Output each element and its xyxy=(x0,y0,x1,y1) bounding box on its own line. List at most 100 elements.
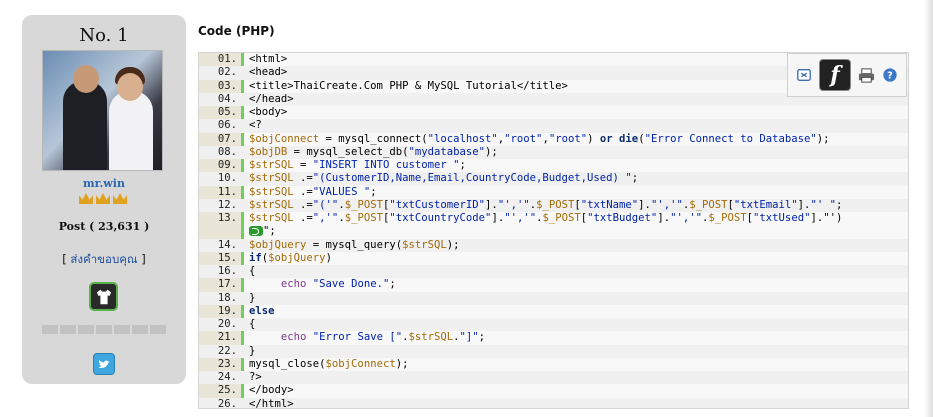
line-number: 01. xyxy=(217,53,237,65)
code-line: 17. echo "Save Done."; xyxy=(199,278,908,291)
crown-icon xyxy=(79,193,93,204)
code-text: </body> xyxy=(249,384,294,397)
svg-text:?: ? xyxy=(887,71,893,82)
code-text: $strSQL .="('".$_POST["txtCustomerID"]."… xyxy=(249,198,843,211)
flash-icon[interactable]: f xyxy=(819,59,851,91)
code-toolbar: f ? xyxy=(787,53,907,97)
line-number: 26. xyxy=(217,397,237,409)
line-number: 24. xyxy=(217,371,237,383)
code-line: 19. else xyxy=(199,304,908,318)
code-text: $strSQL .="VALUES "; xyxy=(249,185,377,198)
line-number: 12. xyxy=(217,198,237,211)
view-source-icon[interactable] xyxy=(795,66,813,84)
code-text: mysql_close($objConnect); xyxy=(249,357,409,370)
code-text: echo "Save Done."; xyxy=(280,278,396,291)
code-line: 20. { xyxy=(199,318,908,332)
line-number: 13. xyxy=(217,212,237,224)
code-title: Code (PHP) xyxy=(198,24,275,38)
line-number: 15. xyxy=(217,251,237,264)
code-text: } xyxy=(249,291,256,304)
avatar[interactable] xyxy=(42,50,163,171)
code-text: </html> xyxy=(249,397,294,409)
code-line: 18.} xyxy=(199,291,908,305)
page-edge xyxy=(924,0,933,417)
code-text: { xyxy=(249,318,256,330)
profile-card: No. 1 mr.win Post ( 23,631 ) [ ส่งคำขอบค… xyxy=(22,15,186,384)
code-line: 08. $objDB = mysql_select_db("mydatabase"… xyxy=(199,145,908,159)
code-text: $objQuery = mysql_query($strSQL); xyxy=(249,238,460,251)
twitter-icon[interactable] xyxy=(93,353,115,375)
code-text: $strSQL .="(CustomerID,Name,Email,Countr… xyxy=(249,172,639,185)
line-number: 23. xyxy=(217,357,237,370)
code-line: 05. <body> xyxy=(199,106,908,119)
line-number: 25. xyxy=(217,384,237,397)
code-line: 14. $objQuery = mysql_query($strSQL); xyxy=(199,238,908,252)
rank-label: No. 1 xyxy=(79,25,129,46)
print-icon[interactable] xyxy=(857,66,875,84)
line-number: 05. xyxy=(217,106,237,118)
code-line: 12. $strSQL .="('".$_POST["txtCustomerID"… xyxy=(199,198,908,212)
code-line: 23. mysql_close($objConnect); xyxy=(199,357,908,371)
code-text: } xyxy=(249,344,256,357)
code-text: ?> xyxy=(249,371,262,383)
crown-icon xyxy=(96,193,110,204)
code-line: 26. </html> xyxy=(199,397,908,409)
progress-bar xyxy=(42,325,166,334)
code-line: 24. ?> xyxy=(199,371,908,385)
code-text: </head> xyxy=(249,92,294,105)
code-text: { xyxy=(249,265,256,277)
line-number: 21. xyxy=(217,331,237,344)
code-box[interactable]: 01. <html> 02. <head> 03. <title>ThaiCreate.C… xyxy=(198,52,909,409)
line-number: 03. xyxy=(217,79,237,92)
code-text: $strSQL .=",'".$_POST["txtCountryCode"].… xyxy=(249,212,843,224)
code-text: if($objQuery) xyxy=(249,251,332,264)
code-line: 11. $strSQL .="VALUES "; xyxy=(199,185,908,199)
line-number: 07. xyxy=(217,132,237,145)
post-count: Post ( 23,631 ) xyxy=(58,220,150,233)
code-line: 10. $strSQL .="(CustomerID,Name,Email,Cou… xyxy=(199,172,908,186)
code-text: <title>ThaiCreate.Com PHP & MySQL Tutori… xyxy=(249,79,568,92)
code-text: <body> xyxy=(249,106,288,118)
line-number: 02. xyxy=(217,66,237,79)
line-number: 16. xyxy=(217,265,237,277)
code-text: <? xyxy=(249,119,262,132)
line-number: 11. xyxy=(217,185,237,198)
thanks-link-wrapper: [ ส่งคำขอบคุณ ] xyxy=(62,252,146,266)
code-text-wrapped: "; xyxy=(249,225,276,238)
code-text: $strSQL = "INSERT INTO customer "; xyxy=(249,159,466,171)
shirt-badge-icon[interactable] xyxy=(89,282,118,311)
code-line: 07. $objConnect = mysql_connect("localhos… xyxy=(199,132,908,146)
code-lines: 01. <html> 02. <head> 03. <title>ThaiCreate.C… xyxy=(199,53,908,409)
line-number: 10. xyxy=(217,172,237,185)
code-text: else xyxy=(249,304,275,317)
code-text: <head> xyxy=(249,66,288,79)
code-text: $objConnect = mysql_connect("localhost",… xyxy=(249,132,830,145)
rank-crowns xyxy=(79,193,127,204)
line-number: 22. xyxy=(217,344,237,357)
code-line: 21. echo "Error Save [".$strSQL."]"; xyxy=(199,331,908,344)
code-line: 06. <? xyxy=(199,119,908,133)
line-number: 04. xyxy=(217,92,237,105)
line-number: 08. xyxy=(217,145,237,158)
line-number: 14. xyxy=(217,238,237,251)
line-number: 19. xyxy=(217,304,237,317)
line-number: 20. xyxy=(217,318,237,330)
send-thanks-link[interactable]: ส่งคำขอบคุณ xyxy=(70,252,137,266)
code-line: 22.} xyxy=(199,344,908,358)
code-line: 16. { xyxy=(199,265,908,279)
code-line: 25. </body> xyxy=(199,384,908,397)
username[interactable]: mr.win xyxy=(22,177,186,190)
line-number: 18. xyxy=(217,291,237,304)
help-icon[interactable]: ? xyxy=(881,66,899,84)
line-number: 06. xyxy=(217,119,237,132)
code-text: $objDB = mysql_select_db("mydatabase"); xyxy=(249,145,498,158)
code-text: <html> xyxy=(249,53,288,65)
code-text: echo "Error Save [".$strSQL."]"; xyxy=(280,331,486,344)
code-line: 15. if($objQuery) xyxy=(199,251,908,265)
crown-icon xyxy=(113,193,127,204)
line-wrap-icon xyxy=(249,226,263,237)
line-number: 17. xyxy=(217,278,237,291)
line-number: 09. xyxy=(217,159,237,171)
code-line: 09. $strSQL = "INSERT INTO customer "; xyxy=(199,159,908,172)
code-line: 13. $strSQL .=",'".$_POST["txtCountryCode… xyxy=(199,212,908,239)
